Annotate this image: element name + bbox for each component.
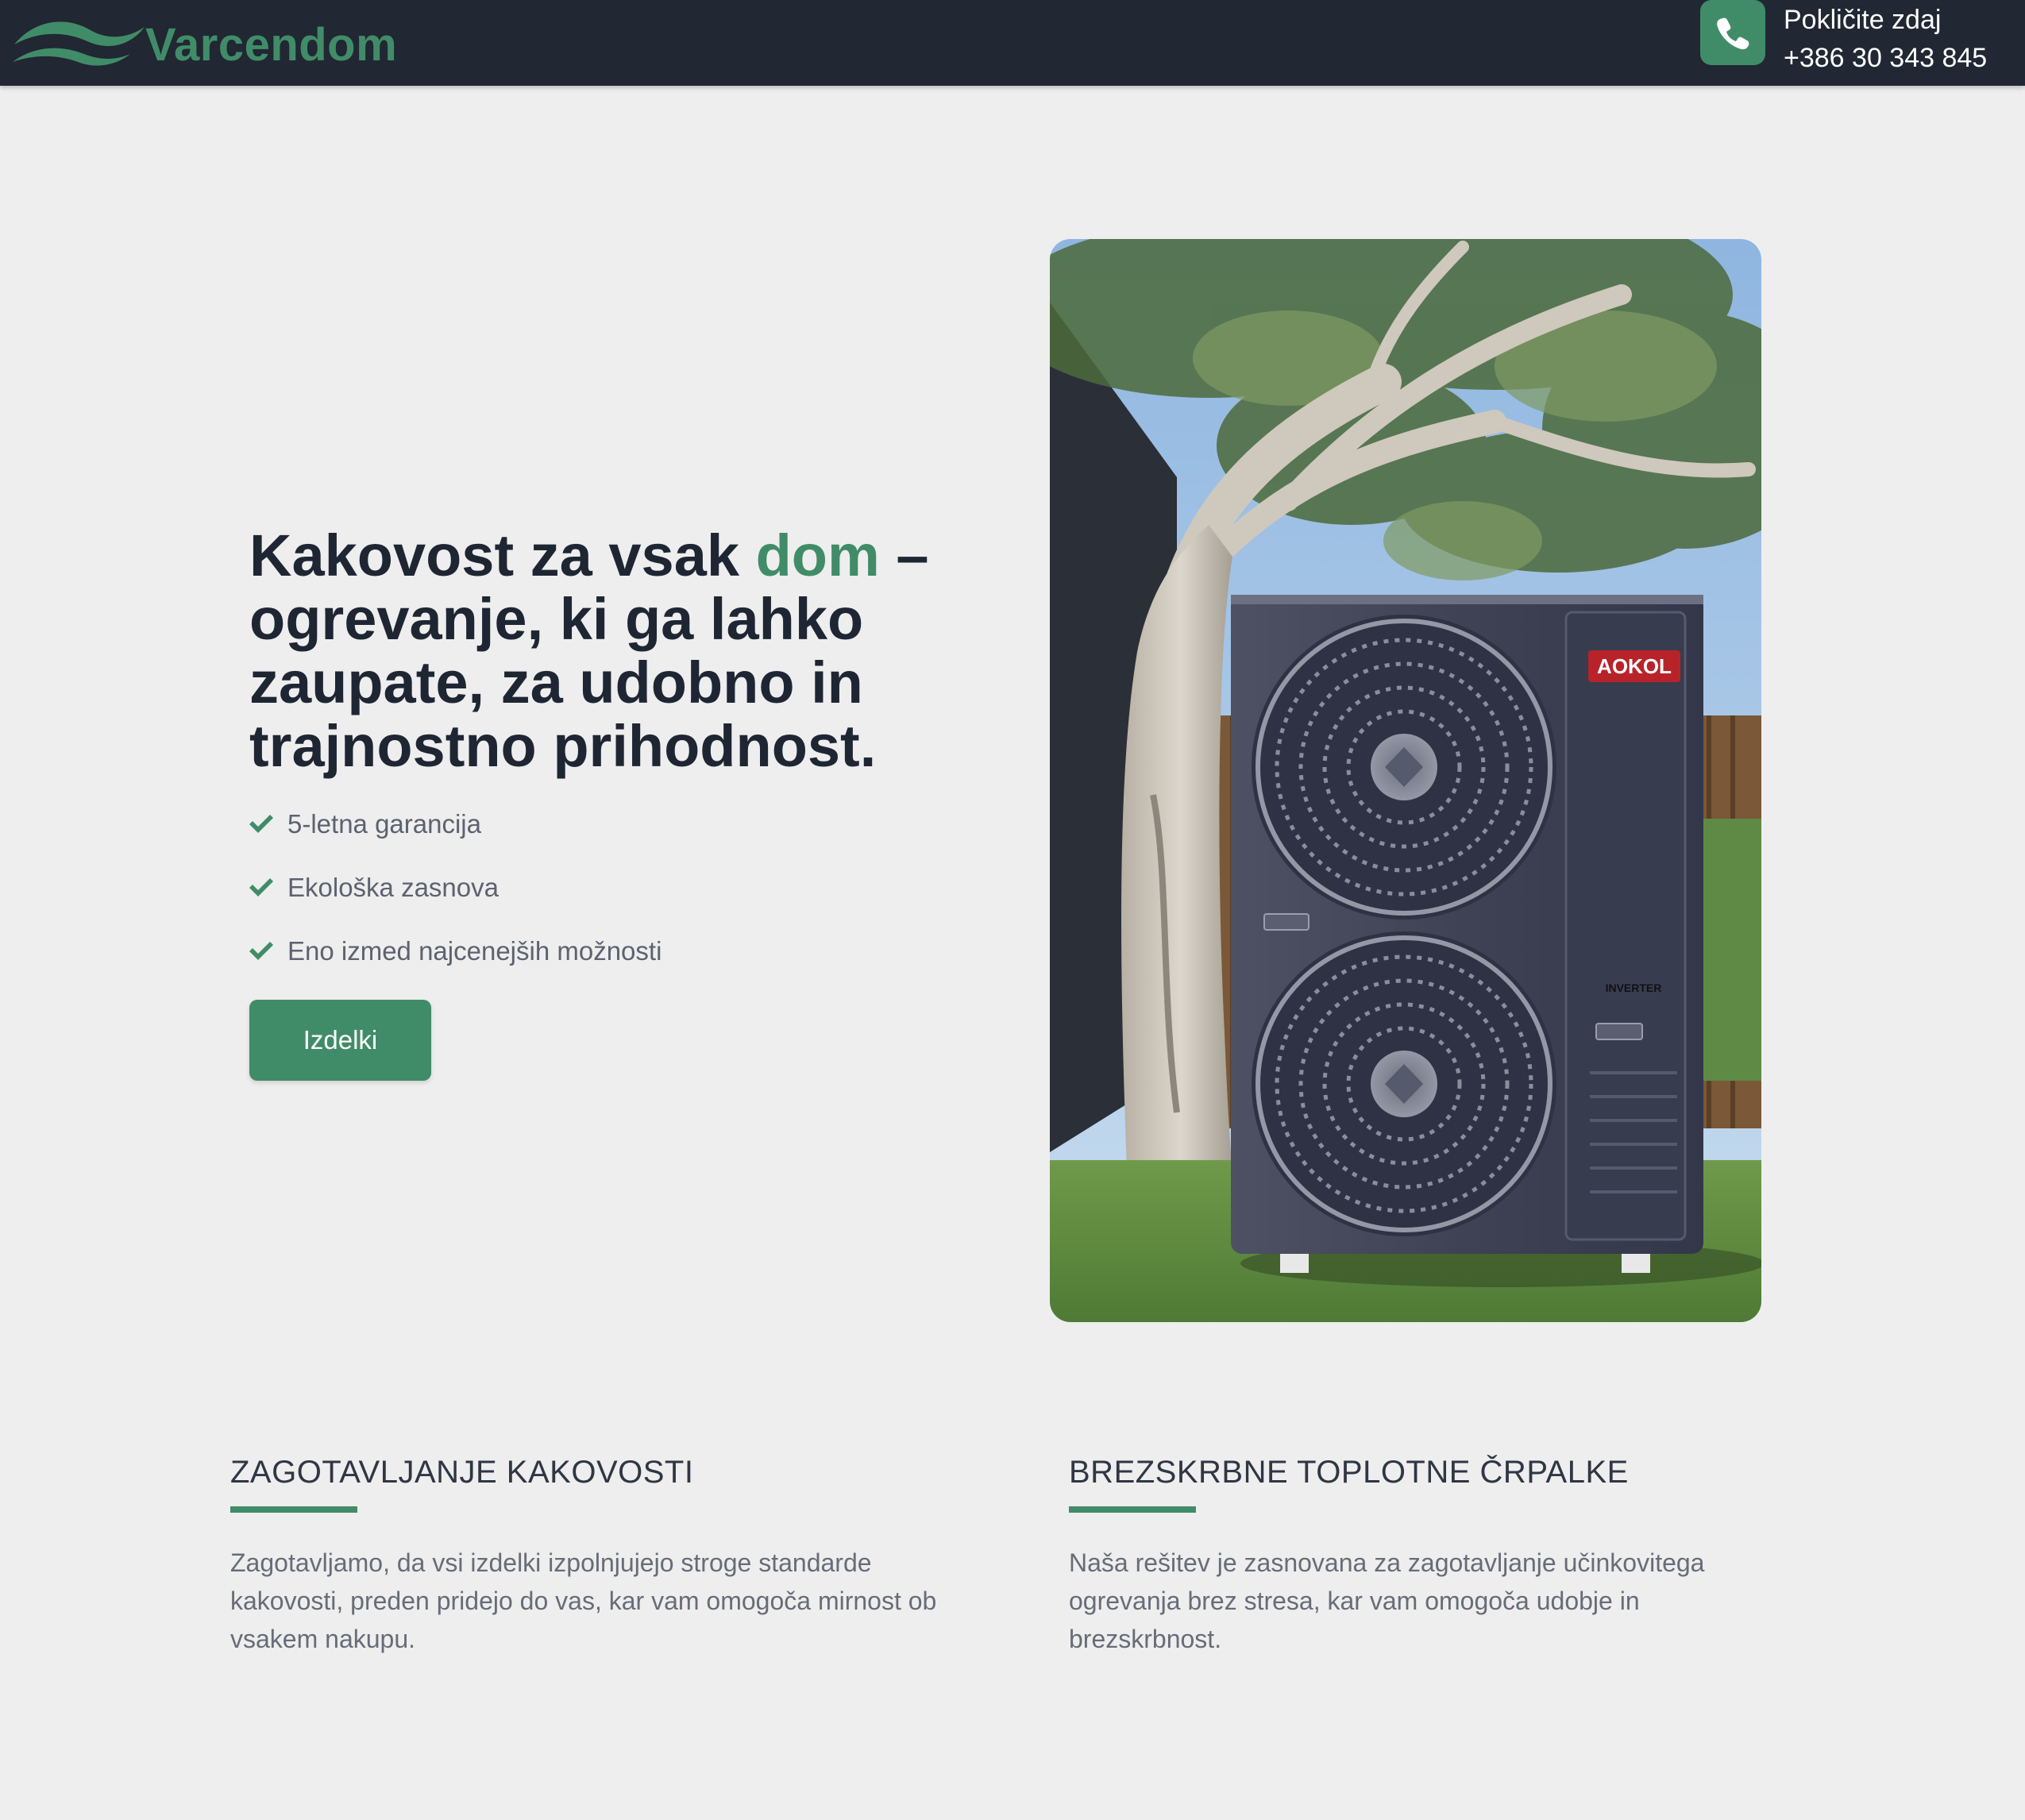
heat-pump-image: AOKOL INVERTER [1050, 239, 1761, 1322]
hero-title: Kakovost za vsak dom – ogrevanje, ki ga … [249, 524, 980, 778]
heat-pumps-section-title: BREZSKRBNE TOPLOTNE ČRPALKE [1069, 1455, 1629, 1490]
section-divider [1069, 1506, 1196, 1513]
section-divider [230, 1506, 357, 1513]
product-badge-label: INVERTER [1606, 981, 1662, 994]
products-button[interactable]: Izdelki [249, 1000, 431, 1081]
phone-button[interactable] [1700, 0, 1765, 65]
heat-pumps-section-text: Naša rešitev je zasnovana za zagotavljan… [1069, 1548, 1705, 1653]
check-icon [249, 878, 273, 897]
check-icon [249, 942, 273, 960]
feature-text: 5-letna garancija [287, 809, 481, 839]
check-icon [249, 815, 273, 833]
logo-wave-icon[interactable] [11, 10, 146, 67]
product-brand-label: AOKOL [1597, 654, 1672, 678]
call-label: Pokličite zdaj [1784, 5, 1942, 35]
quality-section-text: Zagotavljamo, da vsi izdelki izpolnjujej… [230, 1548, 937, 1653]
feature-text: Ekološka zasnova [287, 873, 499, 902]
phone-icon [1717, 17, 1749, 50]
brand-name[interactable]: Varcendom [145, 17, 397, 73]
quality-section-title: ZAGOTAVLJANJE KAKOVOSTI [230, 1455, 694, 1490]
hero-title-start: Kakovost za vsak [249, 522, 756, 588]
hero-title-accent: dom [755, 522, 880, 588]
feature-text: Eno izmed najcenejših možnosti [287, 936, 662, 966]
site-header: Varcendom Pokličite zdaj +386 30 343 845 [0, 0, 2025, 86]
call-number[interactable]: +386 30 343 845 [1784, 40, 1987, 76]
